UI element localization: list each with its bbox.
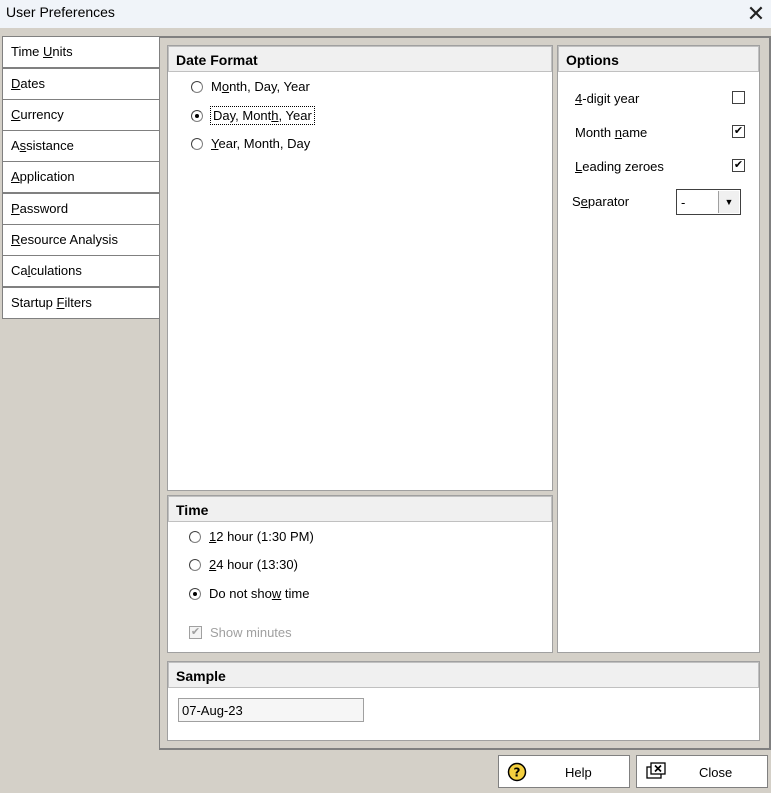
- sample-field: 07-Aug-23: [178, 698, 364, 722]
- tab-dates[interactable]: Dates: [2, 68, 160, 100]
- time-panel: Time 12 hour (1:30 PM) 24 hour (13:30) D…: [167, 495, 553, 653]
- option-month-name[interactable]: Month name ✔: [575, 124, 745, 142]
- options-header: Options: [558, 46, 759, 72]
- radio-label: 24 hour (13:30): [209, 557, 298, 572]
- radio-label: Do not show time: [209, 586, 310, 601]
- radio-button[interactable]: [191, 80, 203, 93]
- show-minutes-checkbox: ✔: [189, 626, 202, 639]
- separator-label: Separator: [572, 194, 630, 209]
- option-label: 4-digit year: [575, 91, 640, 106]
- radio-year-month-day[interactable]: Year, Month, Day: [191, 136, 310, 151]
- radio-label: Year, Month, Day: [211, 136, 311, 151]
- help-button[interactable]: ? Help: [498, 755, 630, 788]
- radio-24-hour[interactable]: 24 hour (13:30): [189, 557, 298, 572]
- date-format-header: Date Format: [168, 46, 552, 72]
- option-label: Month name: [575, 125, 648, 140]
- title-bar: User Preferences ✕: [0, 0, 771, 28]
- radio-button[interactable]: [189, 530, 201, 543]
- tab-time-units[interactable]: Time Units: [2, 36, 160, 68]
- close-label: Close: [699, 765, 733, 780]
- option-label: Leading zeroes: [575, 159, 664, 174]
- close-icon[interactable]: ✕: [741, 0, 771, 28]
- chevron-down-icon[interactable]: ▼: [718, 191, 739, 213]
- radio-button[interactable]: [189, 587, 201, 600]
- tab-calculations[interactable]: Calculations: [2, 255, 160, 287]
- radio-button[interactable]: [189, 558, 201, 571]
- tab-password[interactable]: Password: [2, 193, 160, 225]
- help-label: Help: [565, 765, 592, 780]
- show-minutes-label: Show minutes: [210, 625, 292, 640]
- date-format-panel: Date Format Month, Day, Year Day, Month,…: [167, 45, 553, 491]
- sample-panel: Sample 07-Aug-23: [167, 661, 760, 741]
- sample-header: Sample: [168, 662, 759, 688]
- tab-application[interactable]: Application: [2, 161, 160, 193]
- separator-value: -: [681, 195, 686, 210]
- radio-label: Month, Day, Year: [211, 79, 310, 94]
- time-header: Time: [168, 496, 552, 522]
- question-mark-icon: ?: [507, 762, 527, 782]
- option-four-digit-year[interactable]: 4-digit year: [575, 90, 745, 108]
- radio-do-not-show-time[interactable]: Do not show time: [189, 586, 309, 601]
- tab-startup-filters[interactable]: Startup Filters: [2, 287, 160, 319]
- tab-currency[interactable]: Currency: [2, 99, 160, 131]
- window-title: User Preferences: [6, 4, 115, 20]
- leading-zeroes-checkbox[interactable]: ✔: [732, 159, 745, 172]
- radio-button[interactable]: [191, 109, 203, 122]
- option-leading-zeroes[interactable]: Leading zeroes ✔: [575, 158, 745, 176]
- radio-day-month-year[interactable]: Day, Month, Year: [191, 106, 315, 125]
- radio-month-day-year[interactable]: Month, Day, Year: [191, 79, 310, 94]
- window-close-icon: [645, 761, 667, 781]
- radio-label: 12 hour (1:30 PM): [209, 529, 314, 544]
- radio-button[interactable]: [191, 137, 203, 150]
- options-panel: Options 4-digit year Month name ✔ Leadin…: [557, 45, 760, 653]
- close-button[interactable]: Close: [636, 755, 768, 788]
- separator-select[interactable]: - ▼: [676, 189, 741, 215]
- four-digit-year-checkbox[interactable]: [732, 91, 745, 104]
- radio-label: Day, Month, Year: [210, 106, 315, 125]
- show-minutes-option: ✔ Show minutes: [189, 625, 292, 640]
- tab-assistance[interactable]: Assistance: [2, 130, 160, 162]
- svg-text:?: ?: [514, 766, 521, 780]
- tab-resource-analysis[interactable]: Resource Analysis: [2, 224, 160, 256]
- radio-12-hour[interactable]: 12 hour (1:30 PM): [189, 529, 314, 544]
- month-name-checkbox[interactable]: ✔: [732, 125, 745, 138]
